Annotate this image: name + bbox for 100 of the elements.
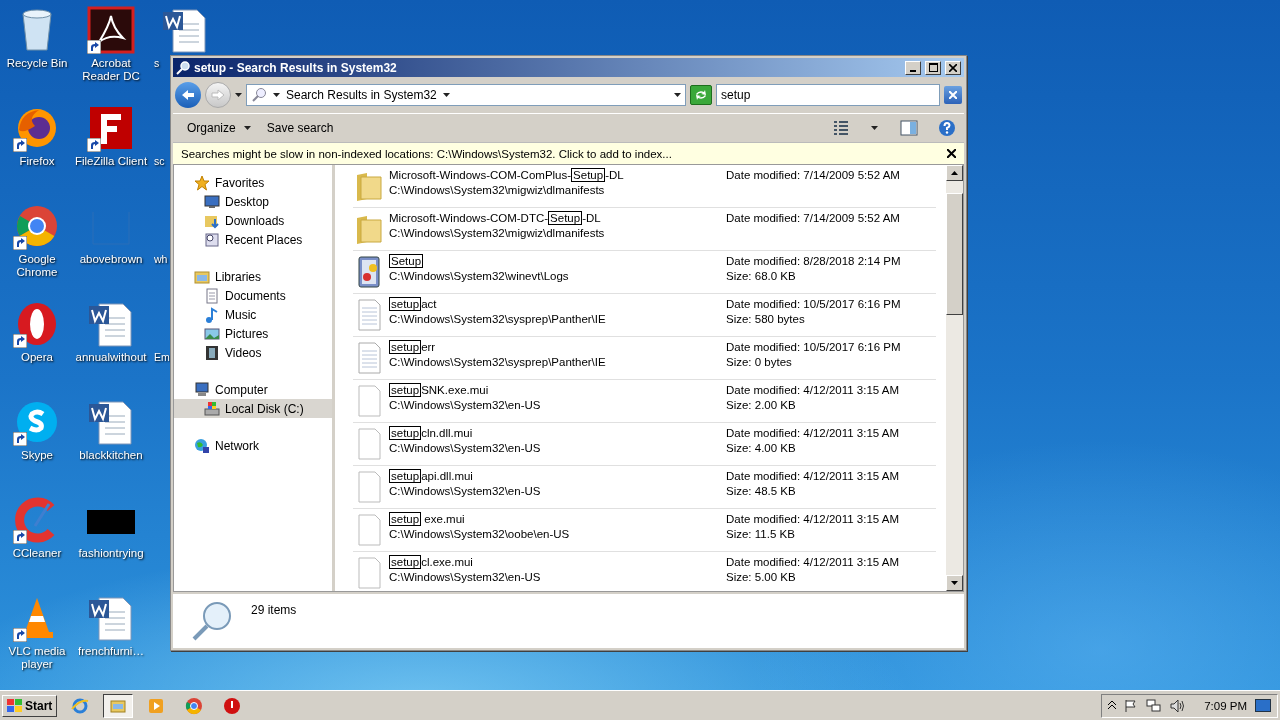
clear-search-button[interactable]: [944, 86, 962, 104]
desktop-icon-label[interactable]: Recycle Bin: [6, 57, 68, 70]
desktop-icon-label[interactable]: Acrobat Reader DC: [74, 57, 148, 83]
minimize-button[interactable]: [905, 60, 921, 75]
result-row[interactable]: setup exe.mui C:\Windows\System32\oobe\en-US Date modified: 4/12/2011 3:15 AM Size: 11.5 KB: [353, 509, 936, 552]
result-row[interactable]: setup err C:\Windows\System32\sysprep\Panther\IE Date modified: 10/5/2017 6:16 PM Size: 0 bytes: [353, 337, 936, 380]
date-modified: Date modified: 10/5/2017 6:16 PM: [726, 341, 902, 353]
desktop-icon-label[interactable]: blackkitchen: [79, 449, 143, 462]
desktop-icon-label[interactable]: wh: [154, 253, 168, 266]
clock[interactable]: 7:09 PM: [1204, 699, 1247, 712]
start-button[interactable]: Start: [2, 694, 58, 717]
desktop-icon-label[interactable]: sc: [154, 155, 165, 168]
scroll-down-icon[interactable]: [951, 581, 958, 585]
show-desktop-icon[interactable]: [1255, 699, 1271, 712]
chrome-icon: [185, 696, 204, 715]
toolbar-button[interactable]: Save search: [260, 118, 340, 138]
result-row[interactable]: setup api.dll.mui C:\Windows\System32\en-US Date modified: 4/12/2011 3:15 AM Size: 48.5 KB: [353, 466, 936, 509]
scrollbar[interactable]: [946, 165, 963, 591]
date-modified: Date modified: 7/14/2009 5:52 AM: [726, 212, 901, 224]
nav-item[interactable]: Computer: [174, 380, 332, 399]
speaker-icon[interactable]: [1170, 698, 1187, 713]
network-icon[interactable]: [1146, 698, 1163, 713]
item-count: 29 items: [251, 603, 297, 617]
taskbar-app-button[interactable]: [103, 693, 134, 718]
nav-item[interactable]: Local Disk (C:): [174, 399, 332, 418]
desktop-icon-label[interactable]: annualwithout: [75, 351, 147, 364]
search-field[interactable]: setup: [716, 84, 940, 106]
view-list-icon[interactable]: [833, 120, 849, 136]
file-name: setup cl.exe.mui: [389, 556, 474, 568]
nav-item[interactable]: Favorites: [174, 173, 332, 192]
nav-item[interactable]: Downloads: [174, 211, 332, 230]
nav-item[interactable]: Pictures: [174, 324, 332, 343]
file-path: C:\Windows\System32\migwiz\dlmanifests: [389, 227, 606, 239]
date-modified: Date modified: 7/14/2009 5:52 AM: [726, 169, 901, 181]
desktop-icon-label[interactable]: fashiontrying: [78, 547, 144, 560]
desktop-icon-label[interactable]: Em: [154, 351, 170, 364]
desktop-icon-label[interactable]: Opera: [21, 351, 53, 364]
star-icon: [194, 174, 210, 191]
help-icon[interactable]: [938, 119, 956, 137]
maximize-button[interactable]: [925, 60, 941, 75]
nav-item[interactable]: Recent Places: [174, 230, 332, 249]
file-name: Microsoft-Windows-COM-ComPlus- Setup -DL: [389, 169, 625, 181]
word-icon: [87, 594, 135, 642]
scroll-up-icon[interactable]: [951, 171, 958, 175]
nav-item[interactable]: Music: [174, 305, 332, 324]
address-bar[interactable]: Search Results in System32: [246, 84, 686, 106]
desktop-icon-label[interactable]: Google Chrome: [0, 253, 74, 279]
file-name: setup err: [389, 341, 437, 353]
desktop-icon-label[interactable]: CCleaner: [12, 547, 62, 560]
file-path: C:\Windows\System32\sysprep\Panther\IE: [389, 356, 607, 368]
magnifier-icon: [176, 60, 190, 75]
desktop-icon-label[interactable]: FileZilla Client: [74, 155, 148, 168]
desktop-icon-label[interactable]: s: [154, 57, 160, 70]
desktop-icon-label[interactable]: Firefox: [19, 155, 55, 168]
info-bar-message[interactable]: Searches might be slow in non-indexed locations: C:\Windows\System32. Click to add to index...: [181, 147, 947, 160]
breadcrumb-item[interactable]: Search Results in System32: [286, 88, 437, 102]
file-path: C:\Windows\System32\oobe\en-US: [389, 528, 571, 540]
preview-pane-icon[interactable]: [900, 120, 918, 136]
chevron-up-icon[interactable]: [1108, 701, 1117, 710]
document-icon: [204, 287, 220, 304]
desktop-icon-label[interactable]: Skype: [21, 449, 53, 462]
nav-item[interactable]: Documents: [174, 286, 332, 305]
nav-item[interactable]: Network: [174, 436, 332, 455]
desktop-icon-label[interactable]: abovebrown: [79, 253, 143, 266]
result-row[interactable]: Setup C:\Windows\System32\winevt\Logs Date modified: 8/28/2018 2:14 PM Size: 68.0 KB: [353, 251, 936, 294]
back-button[interactable]: [175, 82, 201, 108]
browser-e-icon: [71, 696, 90, 715]
file-size: Size: 0 bytes: [726, 356, 793, 368]
file-path: C:\Windows\System32\en-US: [389, 571, 542, 583]
result-row[interactable]: Microsoft-Windows-COM-DTC- Setup -DL C:\Windows\System32\migwiz\dlmanifests Date modified: 7/14/2009 5:52 AM: [353, 208, 936, 251]
file-size: Size: 2.00 KB: [726, 399, 797, 411]
refresh-button[interactable]: [690, 85, 712, 105]
file-path: C:\Windows\System32\en-US: [389, 485, 542, 497]
nav-item[interactable]: Videos: [174, 343, 332, 362]
toolbar-button[interactable]: Organize: [181, 118, 257, 138]
result-row[interactable]: setup act C:\Windows\System32\sysprep\Panther\IE Date modified: 10/5/2017 6:16 PM Size: 580 bytes: [353, 294, 936, 337]
close-icon[interactable]: [947, 149, 956, 158]
file-name: setup act: [389, 298, 438, 310]
flag-icon[interactable]: [1124, 698, 1139, 713]
result-row[interactable]: Microsoft-Windows-COM-ComPlus- Setup -DL C:\Windows\System32\migwiz\dlmanifests Date modified: 7/14/2009 5:52 AM: [353, 165, 936, 208]
result-row[interactable]: setup SNK.exe.mui C:\Windows\System32\en-US Date modified: 4/12/2011 3:15 AM Size: 2.00 KB: [353, 380, 936, 423]
monitor-icon: [204, 193, 220, 210]
result-row[interactable]: setup cln.dll.mui C:\Windows\System32\en-US Date modified: 4/12/2011 3:15 AM Size: 4.00 KB: [353, 423, 936, 466]
refresh-icon: [694, 89, 708, 101]
caret-icon: [674, 93, 681, 97]
file-path: C:\Windows\System32\migwiz\dlmanifests: [389, 184, 606, 196]
date-modified: Date modified: 8/28/2018 2:14 PM: [726, 255, 902, 267]
play-icon: [147, 696, 166, 715]
maximize-icon: [928, 63, 938, 72]
file-size: Size: 5.00 KB: [726, 571, 797, 583]
close-button[interactable]: [945, 60, 961, 75]
nav-item[interactable]: Desktop: [174, 192, 332, 211]
close-icon: [949, 63, 957, 72]
file-size: Size: 11.5 KB: [726, 528, 796, 540]
nav-item[interactable]: Libraries: [174, 267, 332, 286]
filezilla-icon: [87, 104, 135, 152]
info-bar[interactable]: Searches might be slow in non-indexed locations: C:\Windows\System32. Click to add to index...: [173, 142, 964, 164]
file-name: setup cln.dll.mui: [389, 427, 474, 439]
date-modified: Date modified: 4/12/2011 3:15 AM: [726, 427, 901, 439]
file-name: Setup: [389, 255, 425, 267]
